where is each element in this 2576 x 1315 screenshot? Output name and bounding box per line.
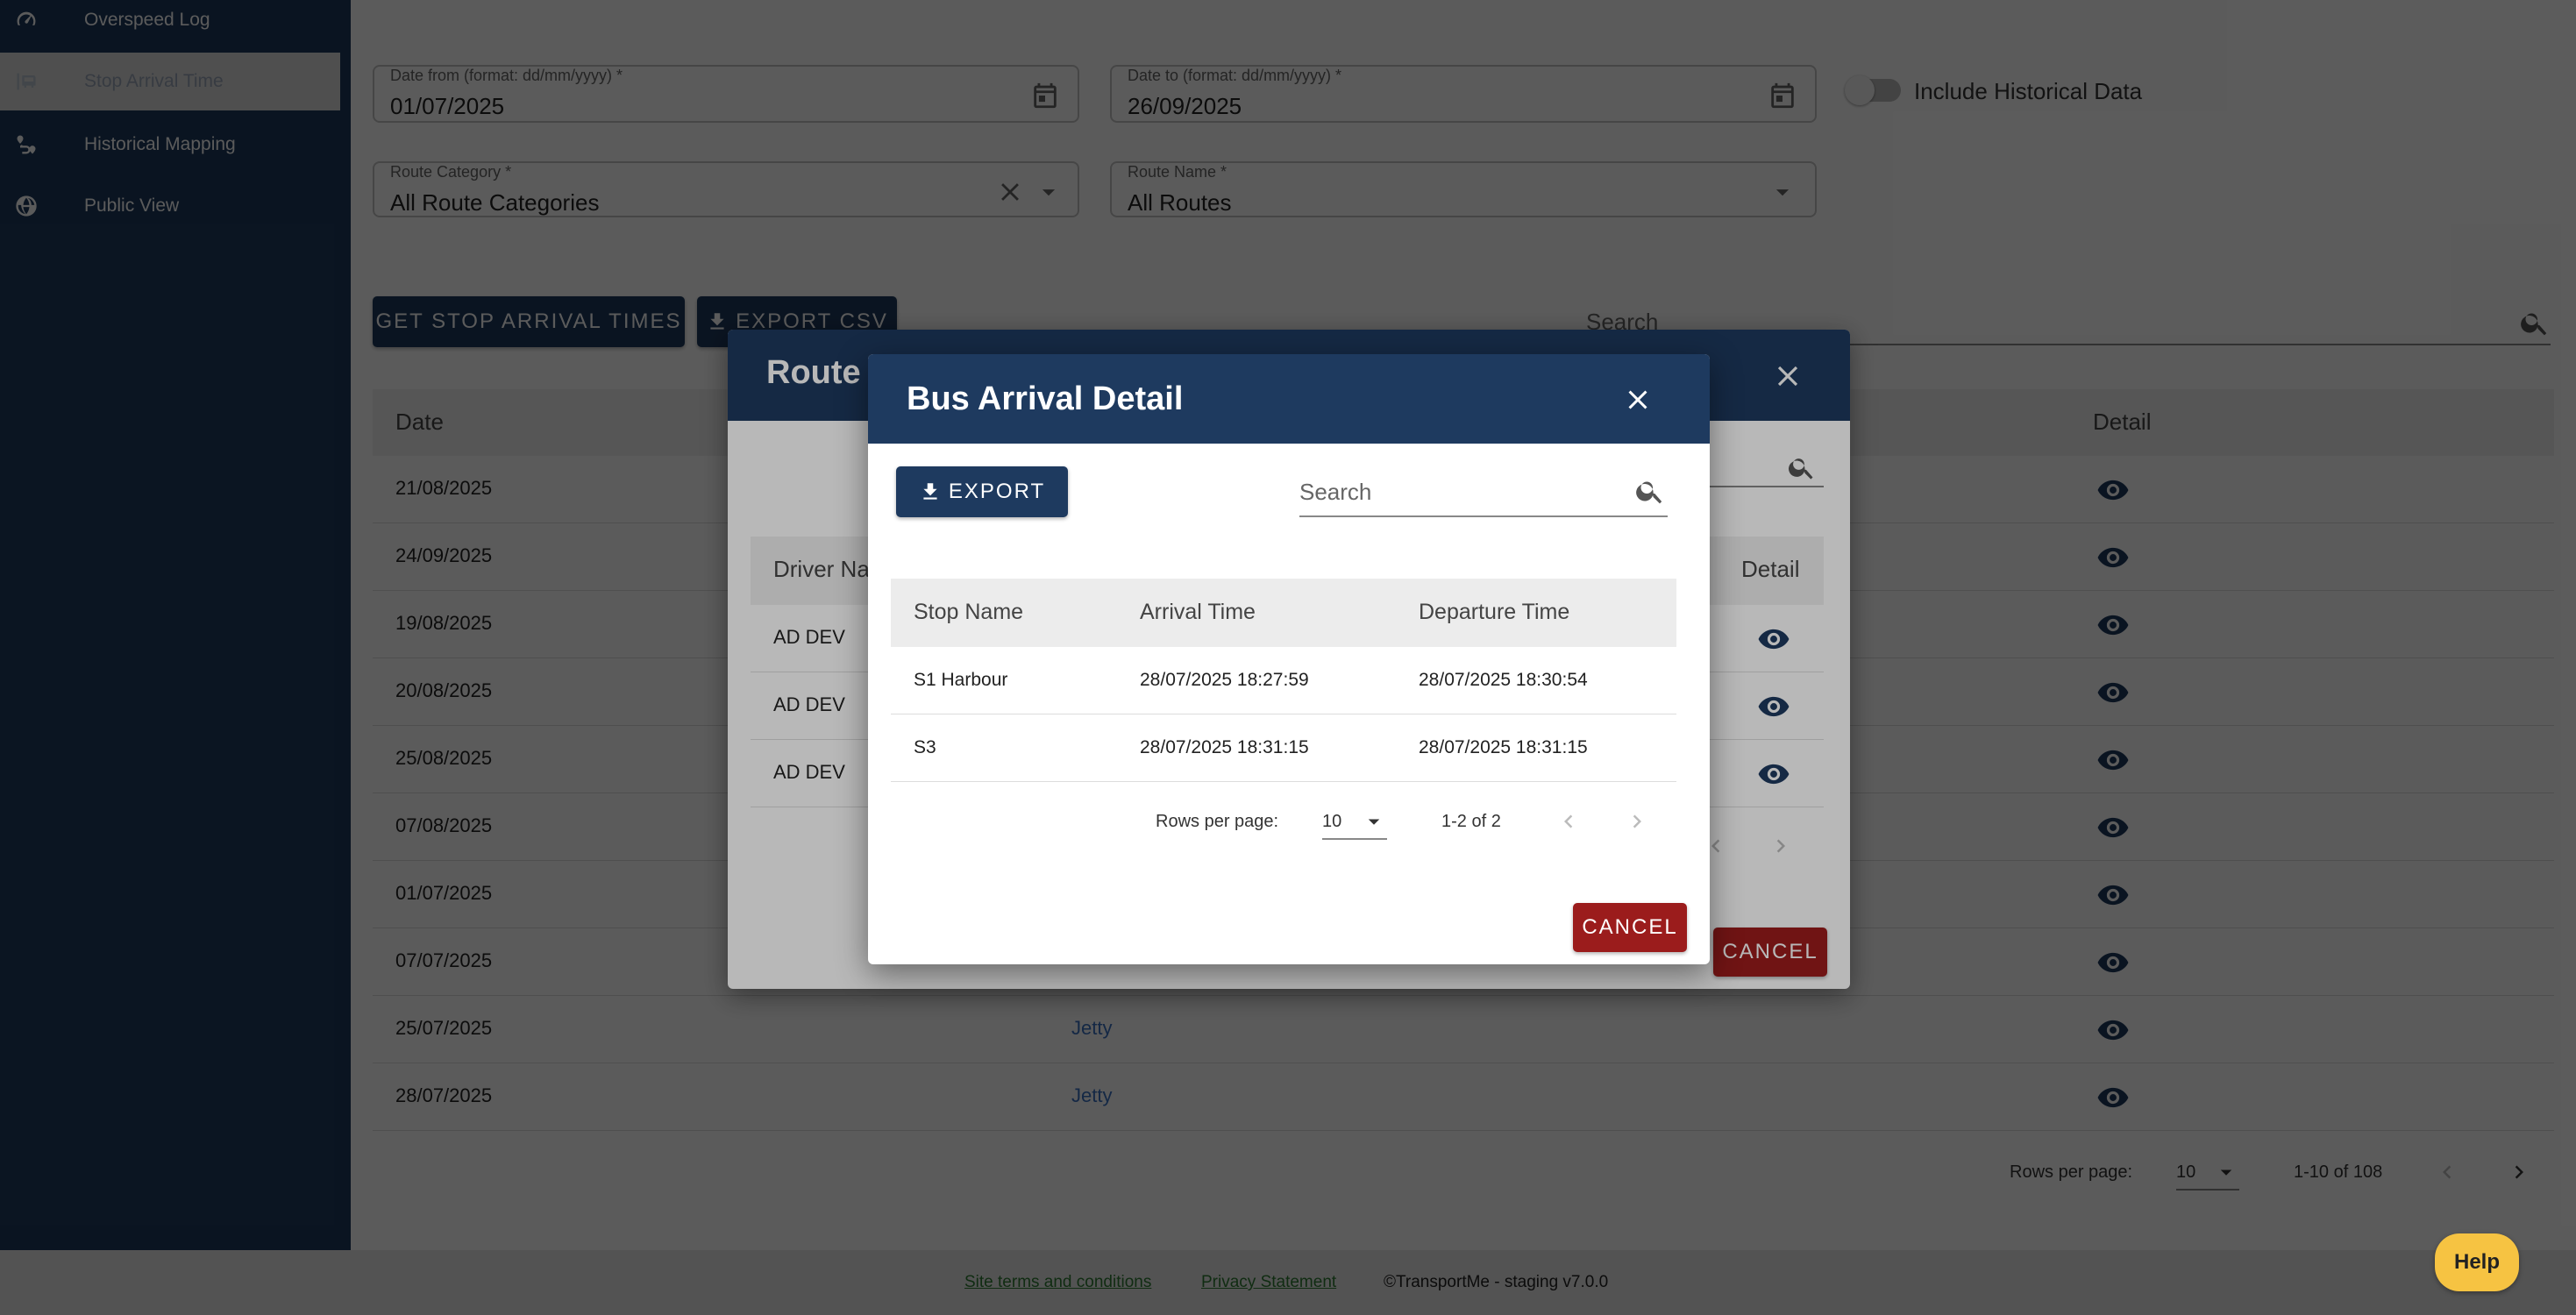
- search-input[interactable]: [1299, 479, 1615, 506]
- bus-arrival-detail-dialog: Bus Arrival Detail EXPORT Stop Name Arri…: [868, 354, 1710, 964]
- next-page-icon[interactable]: [1624, 808, 1650, 835]
- arrival-table-header: Stop Name Arrival Time Departure Time: [891, 579, 1676, 647]
- pagination-range: 1-2 of 2: [1441, 812, 1501, 831]
- rows-per-page-select[interactable]: 10: [1322, 805, 1387, 840]
- chevron-down-icon: [1361, 808, 1387, 835]
- cancel-button[interactable]: CANCEL: [1573, 903, 1687, 952]
- dialog-search-field[interactable]: [1299, 466, 1668, 517]
- export-button[interactable]: EXPORT: [896, 466, 1068, 517]
- previous-page-icon[interactable]: [1555, 808, 1582, 835]
- close-icon[interactable]: [1622, 384, 1654, 416]
- download-icon: [923, 483, 937, 500]
- search-icon[interactable]: [1634, 475, 1666, 507]
- dialog-title: Bus Arrival Detail: [907, 380, 1184, 417]
- table-row: S1 Harbour 28/07/2025 18:27:59 28/07/202…: [891, 647, 1676, 714]
- table-row: S3 28/07/2025 18:31:15 28/07/2025 18:31:…: [891, 714, 1676, 782]
- dialog-header: Bus Arrival Detail: [868, 354, 1710, 444]
- rows-per-page-label: Rows per page:: [1156, 812, 1279, 831]
- help-button[interactable]: Help: [2435, 1233, 2519, 1291]
